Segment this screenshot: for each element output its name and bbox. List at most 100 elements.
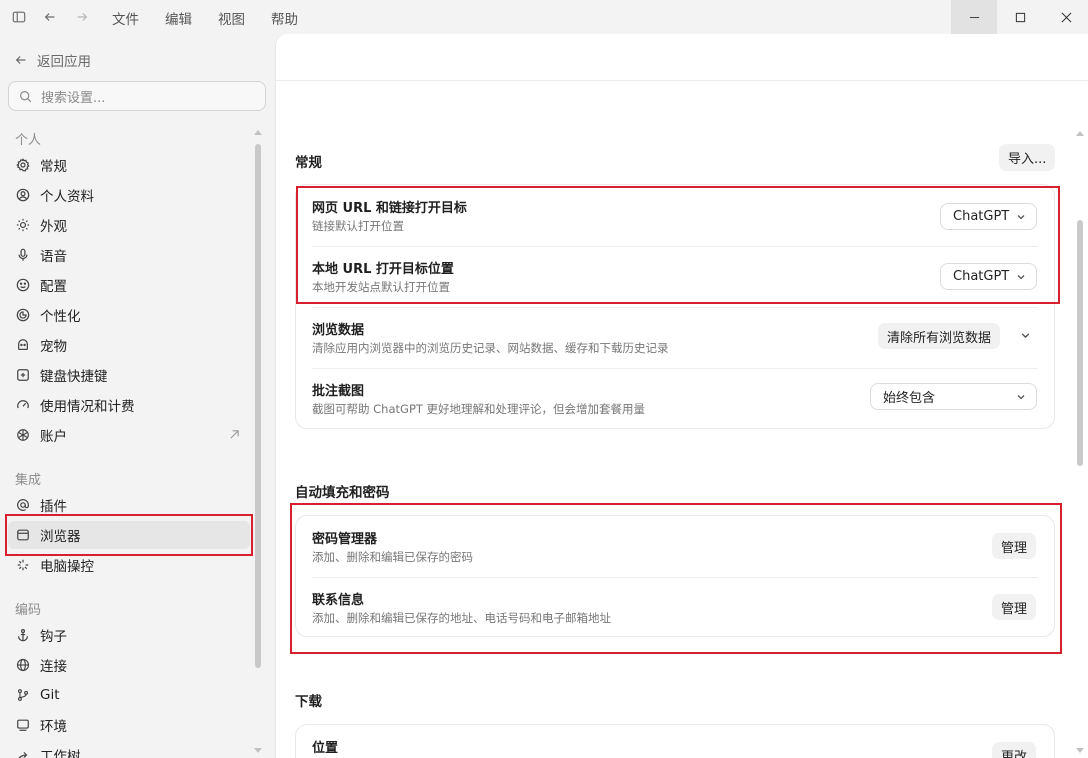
- sidebar-item-pet[interactable]: 宠物: [8, 331, 250, 359]
- manage-contacts-button[interactable]: 管理: [992, 594, 1037, 620]
- sidebar-item-label: 宠物: [40, 339, 67, 355]
- sidebar-item-label: 浏览器: [40, 529, 81, 545]
- title-bar: 文件 编辑 视图 帮助: [0, 0, 1088, 34]
- import-button[interactable]: 导入...: [999, 144, 1056, 171]
- menu-view[interactable]: 视图: [218, 8, 245, 28]
- sidebar-scroll-down[interactable]: [254, 748, 262, 753]
- autofill-section-title: 自动填充和密码: [295, 485, 390, 501]
- setting-description: 本地开发站点默认打开位置: [312, 280, 450, 294]
- chevron-down-icon: [1017, 215, 1025, 220]
- chevron-down-icon[interactable]: [1020, 330, 1031, 341]
- chevron-down-icon: [1017, 395, 1025, 400]
- sidebar-item-label: 语音: [40, 249, 67, 265]
- sidebar-item-profile[interactable]: 个人资料: [8, 181, 250, 209]
- section-personal: 个人: [15, 133, 42, 148]
- sidebar-item-usage-billing[interactable]: 使用情况和计费: [8, 391, 250, 419]
- sidebar-item-shortcuts[interactable]: 键盘快捷键: [8, 361, 250, 389]
- globe-icon: [16, 658, 30, 672]
- search-icon: [20, 90, 32, 102]
- openai-icon: [16, 428, 30, 442]
- local-url-target-select[interactable]: ChatGPT: [940, 263, 1037, 290]
- keyboard-icon: [16, 368, 30, 382]
- web-url-target-select[interactable]: ChatGPT: [940, 203, 1037, 230]
- setting-row-local-url-target: 本地 URL 打开目标位置 本地开发站点默认打开位置 ChatGPT: [312, 246, 1038, 306]
- setting-title: 浏览数据: [312, 323, 365, 338]
- section-coding: 编码: [15, 603, 42, 618]
- sidebar-item-connections[interactable]: 连接: [8, 651, 250, 679]
- sidebar-item-appearance[interactable]: 外观: [8, 211, 250, 239]
- sidebar-item-browser[interactable]: 浏览器: [8, 521, 250, 549]
- main-scroll-down[interactable]: [1076, 748, 1084, 753]
- back-to-app-link[interactable]: 返回应用: [14, 50, 91, 70]
- sidebar-item-label: 键盘快捷键: [40, 369, 108, 385]
- download-section-title: 下载: [295, 694, 322, 710]
- menu-edit[interactable]: 编辑: [165, 8, 192, 28]
- sidebar-item-label: 连接: [40, 659, 67, 675]
- sidebar-item-label: 电脑操控: [40, 559, 94, 575]
- sidebar-item-general[interactable]: 常规: [8, 151, 250, 179]
- clear-browsing-data-button[interactable]: 清除所有浏览数据: [878, 323, 1001, 349]
- header-divider: [276, 80, 1088, 81]
- setting-row-download-location: 位置 更改: [312, 725, 1038, 758]
- setting-title: 联系信息: [312, 593, 365, 608]
- gear-icon: [16, 158, 30, 172]
- gauge-icon: [16, 398, 30, 412]
- maximize-button[interactable]: [997, 0, 1043, 34]
- sun-icon: [16, 218, 30, 232]
- sidebar-item-label: Git: [40, 687, 60, 703]
- back-arrow-icon: [15, 56, 26, 64]
- sidebar-scrollbar[interactable]: [255, 144, 261, 668]
- setting-description: 截图可帮助 ChatGPT 更好地理解和处理评论，但会增加套餐用量: [312, 402, 646, 416]
- chevron-down-icon: [1017, 275, 1025, 280]
- sidebar-item-config[interactable]: 配置: [8, 271, 250, 299]
- change-location-button[interactable]: 更改: [992, 742, 1037, 758]
- setting-title: 网页 URL 和链接打开目标: [312, 201, 467, 216]
- sidebar-item-plugins[interactable]: 插件: [8, 491, 250, 519]
- mic-icon: [16, 248, 30, 262]
- sidebar-item-computer-control[interactable]: 电脑操控: [8, 551, 250, 579]
- sidebar-scroll-up[interactable]: [254, 130, 262, 135]
- close-button[interactable]: [1043, 0, 1088, 34]
- section-integration: 集成: [15, 473, 42, 488]
- select-value: ChatGPT: [953, 269, 1010, 284]
- setting-row-browsing-data: 浏览数据 清除应用内浏览器中的浏览历史记录、网站数据、缓存和下载历史记录 清除所…: [312, 307, 1038, 367]
- setting-description: 添加、删除和编辑已保存的密码: [312, 550, 473, 564]
- sidebar-item-label: 使用情况和计费: [40, 399, 135, 415]
- main-scroll-up[interactable]: [1076, 131, 1084, 136]
- sidebar-item-personalization[interactable]: 个性化: [8, 301, 250, 329]
- setting-description: 添加、删除和编辑已保存的地址、电话号码和电子邮箱地址: [312, 611, 611, 625]
- sidebar-toggle-icon[interactable]: [9, 7, 29, 27]
- sidebar-item-label: 环境: [40, 719, 67, 735]
- sidebar-item-label: 插件: [40, 499, 67, 515]
- forward-arrow-icon[interactable]: [72, 7, 92, 27]
- sidebar-item-label: 工作树: [40, 749, 81, 758]
- menu-file[interactable]: 文件: [112, 8, 139, 28]
- sidebar-item-hooks[interactable]: 钩子: [8, 621, 250, 649]
- sidebar-item-environment[interactable]: 环境: [8, 711, 250, 739]
- minimize-button[interactable]: [951, 0, 997, 34]
- setting-row-web-url-target: 网页 URL 和链接打开目标 链接默认打开位置 ChatGPT: [312, 185, 1038, 245]
- select-value: ChatGPT: [953, 209, 1010, 224]
- sidebar-item-label: 配置: [40, 279, 67, 295]
- sidebar-item-git[interactable]: Git: [8, 681, 250, 709]
- main-scrollbar[interactable]: [1077, 220, 1083, 466]
- personalize-icon: [16, 308, 30, 322]
- general-settings-card: 网页 URL 和链接打开目标 链接默认打开位置 ChatGPT 本地 URL 打…: [295, 184, 1055, 429]
- setting-description: 清除应用内浏览器中的浏览历史记录、网站数据、缓存和下载历史记录: [312, 341, 669, 355]
- sidebar-item-worktree[interactable]: 工作树: [8, 741, 250, 758]
- git-icon: [16, 688, 30, 702]
- sidebar-item-voice[interactable]: 语音: [8, 241, 250, 269]
- back-to-app-label: 返回应用: [37, 54, 91, 70]
- smile-icon: [16, 278, 30, 292]
- sidebar-item-account[interactable]: 账户: [8, 421, 250, 449]
- back-arrow-icon[interactable]: [40, 7, 60, 27]
- general-section-title: 常规: [295, 155, 322, 171]
- anchor-icon: [16, 628, 30, 642]
- manage-passwords-button[interactable]: 管理: [992, 533, 1037, 559]
- setting-description: 链接默认打开位置: [312, 219, 404, 233]
- annotation-screenshot-select[interactable]: 始终包含: [870, 383, 1037, 410]
- sidebar-item-label: 个性化: [40, 309, 81, 325]
- search-input[interactable]: 搜索设置...: [8, 81, 266, 111]
- profile-icon: [16, 188, 30, 202]
- menu-help[interactable]: 帮助: [271, 8, 298, 28]
